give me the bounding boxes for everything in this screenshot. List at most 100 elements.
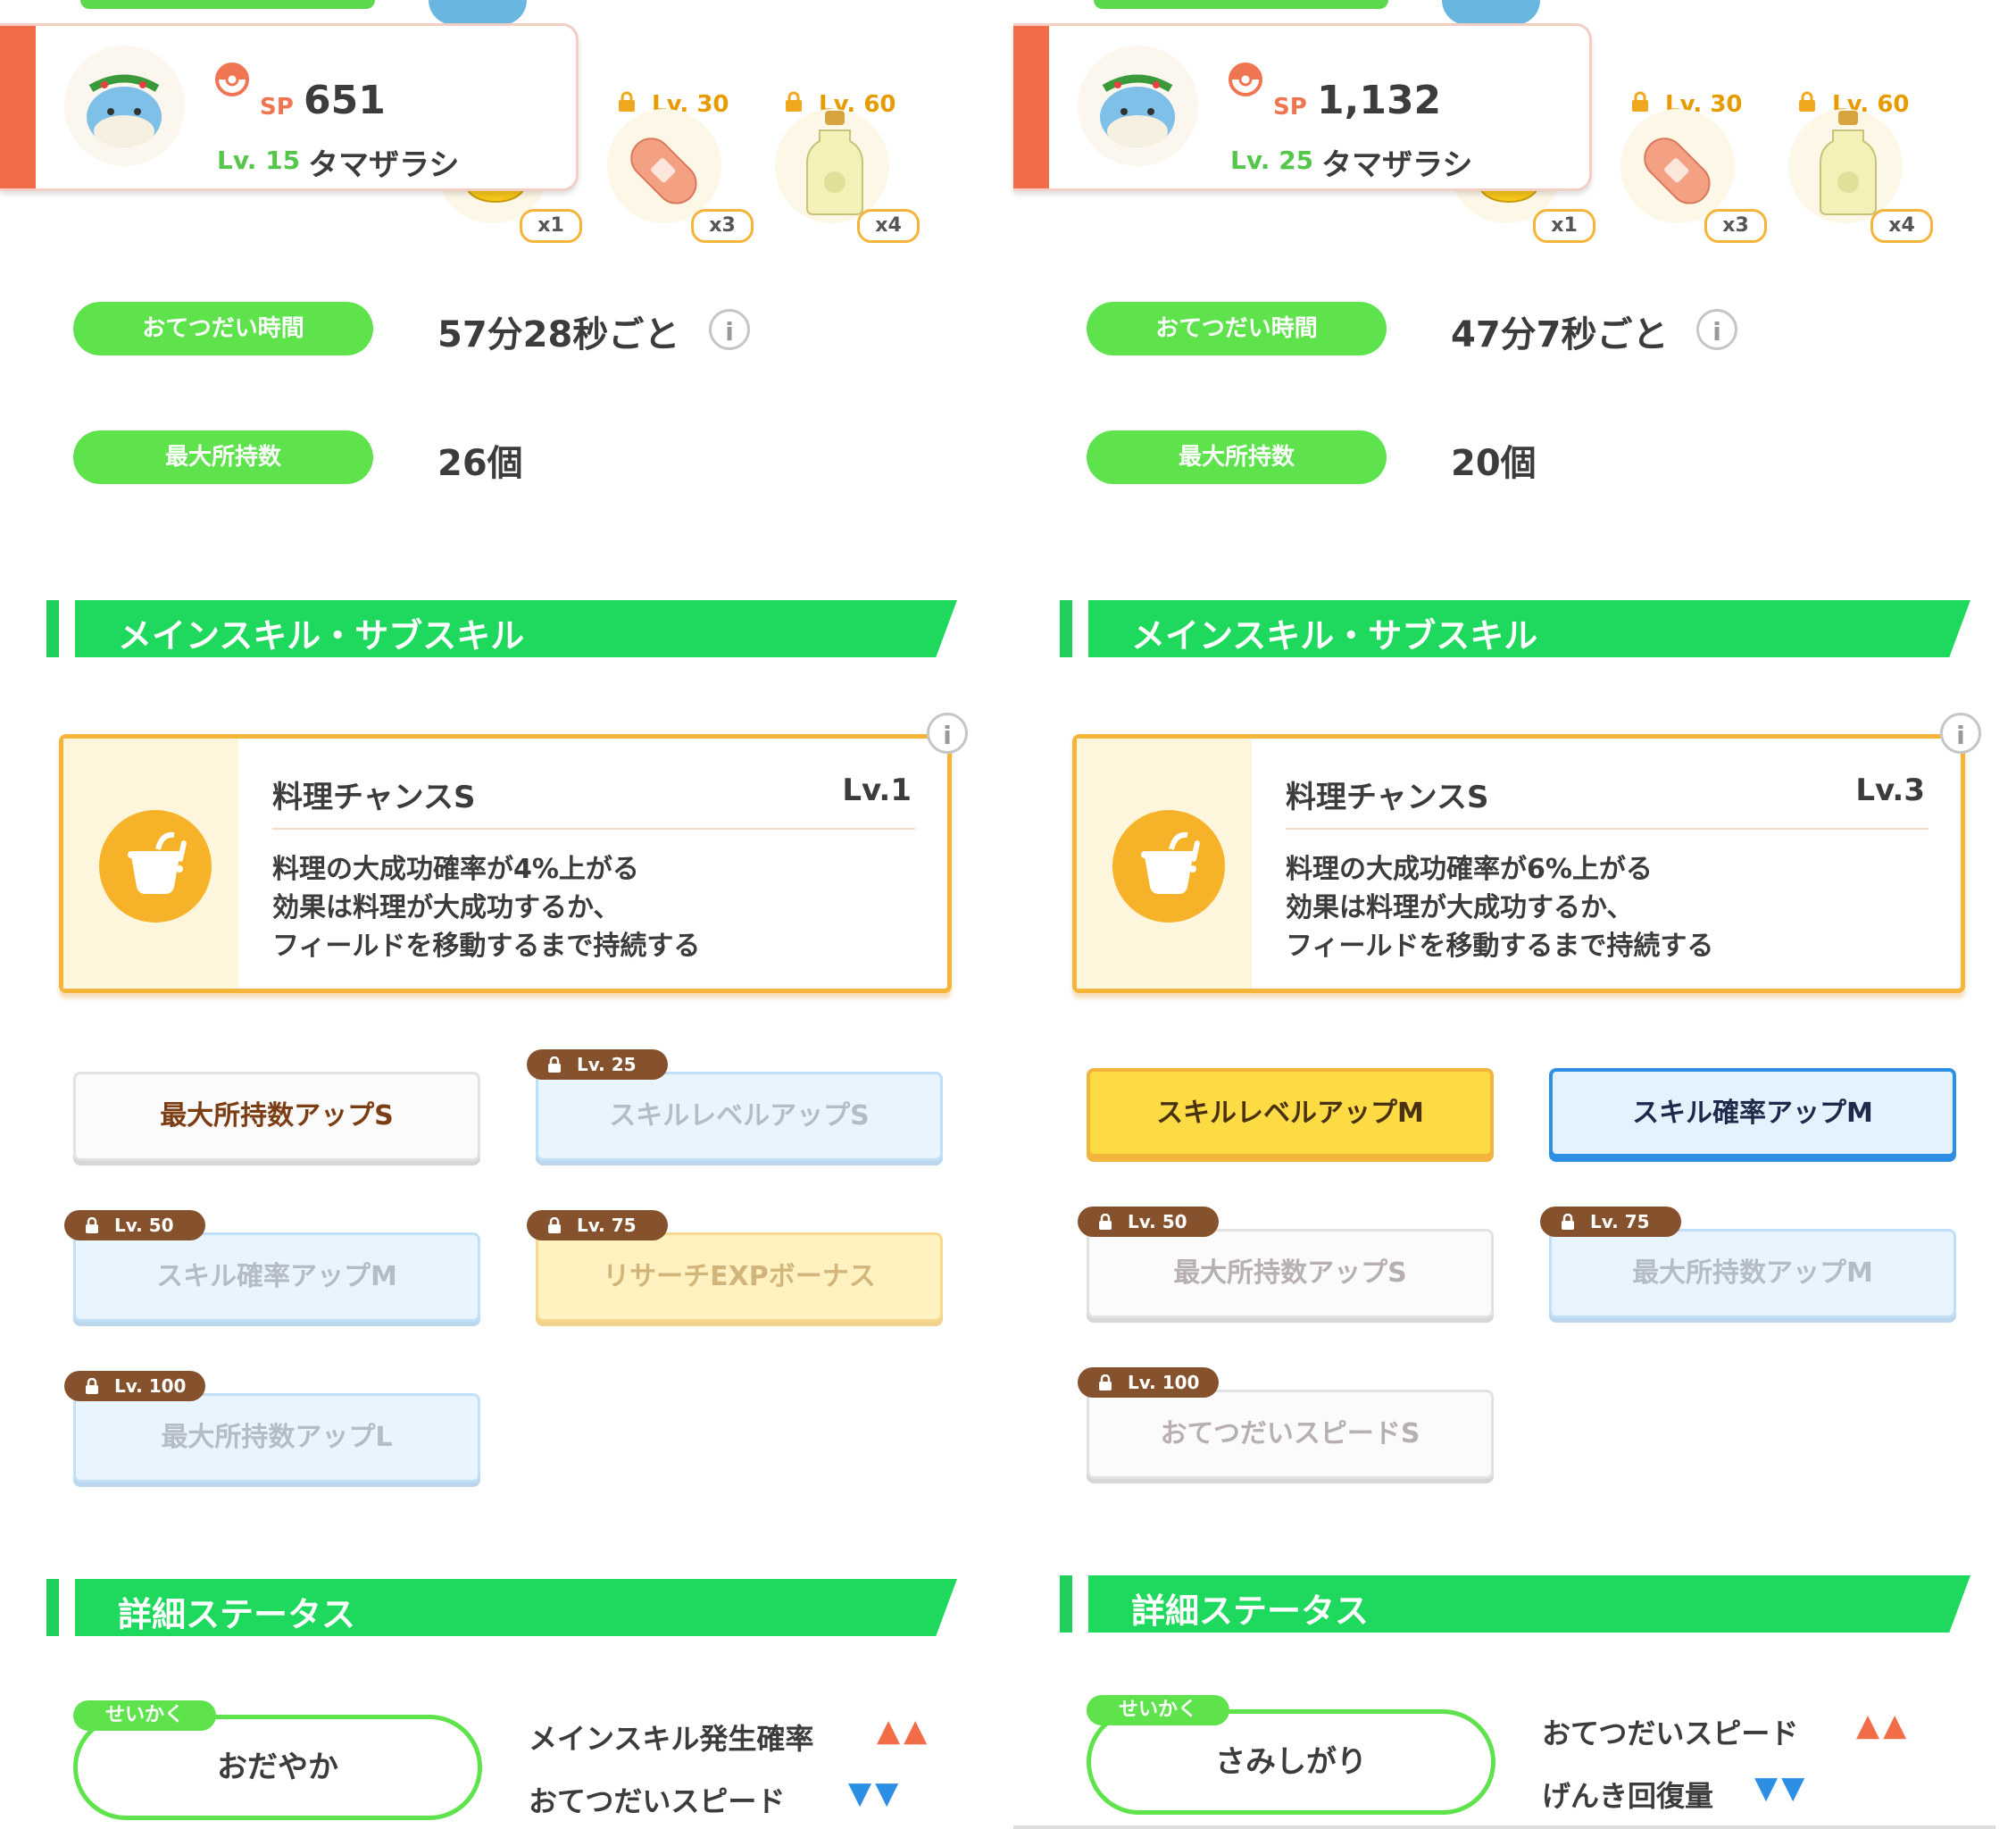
oil-bottle-icon	[1820, 111, 1877, 215]
subskill-button[interactable]: 最大所持数アップS	[1087, 1229, 1494, 1318]
subskill-lock-tag: Lv. 25	[527, 1049, 668, 1080]
description-line: 効果は料理が大成功するか、	[272, 892, 621, 923]
down-arrows-icon: ▼▼	[848, 1775, 903, 1811]
ingredient-qty: x3	[691, 209, 754, 243]
section-title: メインスキル・サブスキル	[1131, 616, 1538, 656]
ingredient-qty: x1	[1533, 209, 1595, 243]
down-arrows-icon: ▼▼	[1754, 1770, 1809, 1806]
oil-bottle-icon	[806, 111, 863, 215]
sausage-icon	[630, 138, 697, 205]
subskill-button[interactable]: 最大所持数アップL	[73, 1393, 480, 1482]
avatar	[64, 46, 185, 166]
subskill-lock-tag: Lv. 100	[1078, 1367, 1219, 1398]
pokemon-header-card[interactable]: SP 651 Lv. 15 タマザラシ	[0, 23, 579, 191]
header-accent-stripe	[0, 26, 36, 188]
lock-icon	[86, 1217, 98, 1233]
max-carry-value: 20個	[1451, 443, 1537, 484]
pokemon-detail-right: x1 Lv. 30 x3 Lv. 60 x4 SP 1,132 Lv. 25 タ…	[1013, 0, 1995, 1829]
avatar	[1078, 46, 1198, 166]
sausage-icon	[1644, 138, 1711, 205]
main-skill-level: Lv.1	[842, 773, 912, 808]
banner-bar	[1060, 600, 1072, 657]
max-carry-label: 最大所持数	[1087, 430, 1387, 484]
subskill-lock-tag: Lv. 75	[1540, 1207, 1681, 1237]
section-banner: メインスキル・サブスキル	[46, 600, 957, 657]
lock-icon	[1562, 1214, 1574, 1230]
help-time-value: 57分28秒ごと	[437, 314, 680, 355]
nature-tag: せいかく	[73, 1700, 216, 1731]
section-banner: 詳細ステータス	[1060, 1575, 1970, 1633]
help-time-label: おてつだい時間	[1087, 302, 1387, 355]
lock-icon	[548, 1056, 561, 1073]
lock-icon	[1099, 1214, 1112, 1230]
divider	[1286, 828, 1929, 830]
subskill-button[interactable]: おてつだいスピードS	[1087, 1390, 1494, 1479]
lock-level: Lv. 50	[114, 1215, 174, 1236]
subskill-button[interactable]: 最大所持数アップS	[73, 1072, 480, 1161]
lock-level: Lv. 100	[1128, 1372, 1200, 1393]
subskill-lock-tag: Lv. 50	[64, 1210, 205, 1240]
lock-level: Lv. 25	[577, 1054, 637, 1075]
sp-ball-icon	[215, 63, 249, 96]
pokemon-detail-left: x1 Lv. 30 x3 Lv. 60 x4 SP 651 Lv. 15 タマザ…	[0, 0, 982, 1829]
section-banner: メインスキル・サブスキル	[1060, 600, 1970, 657]
section-title: メインスキル・サブスキル	[118, 616, 525, 656]
info-icon[interactable]: i	[709, 309, 750, 350]
lock-level: Lv. 50	[1128, 1211, 1187, 1232]
sp-label: SP	[260, 94, 294, 121]
subskill-button[interactable]: スキル確率アップM	[73, 1232, 480, 1322]
spheal-icon	[87, 74, 162, 147]
top-ingredient-remnant	[1442, 0, 1540, 25]
subskill-button[interactable]: リサーチEXPボーナス	[536, 1232, 943, 1322]
cooking-pot-icon	[99, 810, 212, 923]
subskill-button[interactable]: スキルレベルアップM	[1087, 1068, 1494, 1157]
main-skill-card[interactable]: 料理チャンスS Lv.3 料理の大成功確率が6%上がる 効果は料理が大成功するか…	[1072, 734, 1965, 993]
top-tab-remnant	[1094, 0, 1388, 9]
description-line: 効果は料理が大成功するか、	[1286, 892, 1634, 923]
main-skill-level: Lv.3	[1855, 773, 1925, 808]
subskill-button[interactable]: 最大所持数アップM	[1549, 1229, 1956, 1318]
up-arrows-icon: ▲▲	[1856, 1708, 1911, 1743]
top-tab-remnant	[80, 0, 375, 9]
help-time-value: 47分7秒ごと	[1451, 314, 1669, 355]
banner-bar	[46, 600, 59, 657]
subskill-button[interactable]: スキルレベルアップS	[536, 1072, 943, 1161]
subskill-lock-tag: Lv. 75	[527, 1210, 668, 1240]
info-icon[interactable]: i	[1696, 309, 1737, 350]
subskill-button[interactable]: スキル確率アップM	[1549, 1068, 1956, 1157]
spheal-icon	[1100, 74, 1175, 147]
max-carry-label: 最大所持数	[73, 430, 373, 484]
ingredient-qty: x1	[520, 209, 582, 243]
main-skill-name: 料理チャンスS	[1286, 780, 1489, 815]
main-skill-description: 料理の大成功確率が4%上がる 効果は料理が大成功するか、 フィールドを移動するま…	[272, 850, 700, 965]
up-arrows-icon: ▲▲	[877, 1713, 931, 1749]
main-skill-card[interactable]: 料理チャンスS Lv.1 料理の大成功確率が4%上がる 効果は料理が大成功するか…	[59, 734, 952, 993]
scroll-edge	[1013, 1825, 1995, 1829]
sp-label: SP	[1273, 94, 1307, 121]
pokemon-header-card[interactable]: SP 1,132 Lv. 25 タマザラシ	[1013, 23, 1592, 191]
max-carry-value: 26個	[437, 443, 523, 484]
help-time-label: おてつだい時間	[73, 302, 373, 355]
subskill-lock-tag: Lv. 100	[64, 1371, 205, 1401]
nature-up-stat: メインスキル発生確率	[529, 1722, 814, 1756]
banner-bar	[1060, 1575, 1072, 1633]
subskill-lock-tag: Lv. 50	[1078, 1207, 1219, 1237]
lock-level: Lv. 75	[577, 1215, 637, 1236]
cooking-pot-icon	[1112, 810, 1225, 923]
section-title: 詳細ステータス	[118, 1595, 356, 1634]
nature-up-stat: おてつだいスピード	[1542, 1716, 1799, 1750]
sp-ball-icon	[1229, 63, 1262, 96]
description-line: 料理の大成功確率が4%上がる	[272, 854, 639, 885]
skill-info-icon[interactable]: i	[927, 713, 968, 754]
ingredient-qty: x4	[857, 209, 920, 243]
nature-down-stat: おてつだいスピード	[529, 1784, 786, 1818]
main-skill-description: 料理の大成功確率が6%上がる 効果は料理が大成功するか、 フィールドを移動するま…	[1286, 850, 1713, 965]
banner-bar	[46, 1579, 59, 1636]
sp-value: 651	[304, 78, 386, 123]
pokemon-name: タマザラシ	[1321, 147, 1473, 183]
description-line: フィールドを移動するまで持続する	[1286, 931, 1714, 962]
lock-level: Lv. 75	[1590, 1211, 1650, 1232]
skill-info-icon[interactable]: i	[1940, 713, 1981, 754]
description-line: フィールドを移動するまで持続する	[272, 931, 701, 962]
top-ingredient-remnant	[429, 0, 527, 25]
